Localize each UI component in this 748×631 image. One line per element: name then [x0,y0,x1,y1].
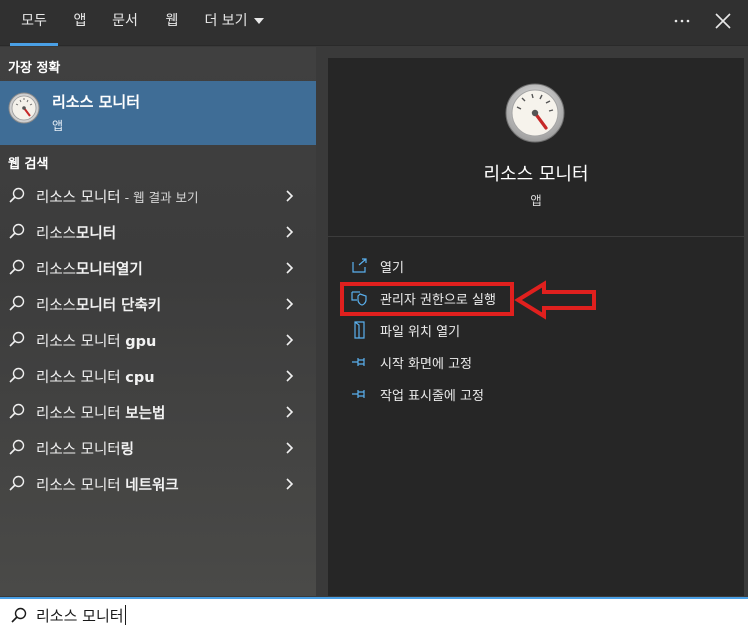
action-pin-to-taskbar-label: 작업 표시줄에 고정 [380,389,484,404]
best-match-heading: 가장 정확 [8,61,61,76]
search-icon [8,438,26,456]
web-search-result-label: 리소스모니터 단축키 [36,294,161,315]
best-match-title: 리소스 모니터 [52,93,141,111]
web-search-result[interactable]: 리소스 모니터링 [0,429,316,465]
web-search-result-label: 리소스 모니터 보는법 [36,402,165,423]
app-detail-panel: 리소스 모니터 앱 열기 관리자 권한으로 실행 파일 위치 열기 시작 화면에… [328,58,744,596]
result-text-bold: 모니터 [76,226,117,242]
resource-monitor-gauge-icon [8,92,40,124]
web-search-result[interactable]: 리소스 모니터 네트워크 [0,465,316,501]
chevron-right-icon [284,476,296,490]
result-text-bold: 네트워크 [125,478,179,494]
chevron-right-icon [284,332,296,346]
chevron-right-icon [284,368,296,382]
web-search-result-label: 리소스 모니터링 [36,438,134,459]
web-search-result[interactable]: 리소스모니터열기 [0,249,316,285]
search-icon [8,330,26,348]
tab-documents[interactable]: 문서 [106,0,144,46]
action-open-label: 열기 [380,261,404,276]
search-icon [8,474,26,492]
search-icon [8,366,26,384]
web-search-result[interactable]: 리소스 모니터 보는법 [0,393,316,429]
detail-app-name: 리소스 모니터 [483,164,589,185]
divider [328,236,744,237]
annotation-arrow-icon [514,280,598,320]
web-search-result[interactable]: 리소스 모니터 gpu [0,321,316,357]
annotation-highlight-box [340,282,514,316]
best-match-item[interactable]: 리소스 모니터 앱 [0,81,316,145]
result-suffix: - 웹 결과 보기 [120,190,199,205]
chevron-right-icon [284,224,296,238]
search-query-text: 리소스 모니터 [36,607,124,625]
best-match-type: 앱 [52,119,64,133]
web-search-result-label: 리소스 모니터 네트워크 [36,474,179,495]
chevron-right-icon [284,260,296,274]
search-input[interactable]: 리소스 모니터 [36,605,126,626]
web-search-result-label: 리소스 모니터 cpu [36,366,155,387]
search-icon [8,402,26,420]
result-text: 리소스 모니터 [36,478,126,494]
pin-icon [350,352,370,372]
result-text: 리소스 [36,226,77,242]
result-text-bold: 보는법 [125,406,166,422]
search-icon [8,186,26,204]
open-icon [350,256,370,276]
web-search-heading: 웹 검색 [8,157,49,172]
action-pin-to-start-label: 시작 화면에 고정 [380,357,472,372]
tab-web[interactable]: 웹 [158,0,186,46]
chevron-right-icon [284,188,296,202]
action-open-file-location-label: 파일 위치 열기 [380,325,461,340]
search-icon [8,258,26,276]
chevron-right-icon [284,440,296,454]
tab-all[interactable]: 모두 [10,0,58,46]
result-text: 리소스 [36,262,77,278]
action-pin-to-taskbar[interactable]: 작업 표시줄에 고정 [350,382,510,406]
filter-tab-bar: 모두 앱 문서 웹 더 보기 [0,0,748,46]
result-text: 리소스 모니터 [36,442,121,458]
detail-app-type: 앱 [530,193,542,208]
chevron-right-icon [284,404,296,418]
web-search-result[interactable]: 리소스모니터 [0,213,316,249]
result-text: 리소스 모니터 [36,334,126,350]
result-text-bold: gpu [125,334,157,350]
search-bar[interactable]: 리소스 모니터 [0,597,748,631]
result-text: 리소스 모니터 [36,370,126,386]
chevron-right-icon [284,296,296,310]
result-text: 리소스 모니터 [36,190,121,206]
result-text-bold: 모니터열기 [76,262,143,278]
web-search-result-label: 리소스 모니터 gpu [36,330,156,351]
results-panel: 가장 정확 리소스 모니터 앱 웹 검색 리소스 모니터 - 웹 결과 보기 리소… [0,47,316,596]
result-text-bold: 링 [120,442,134,458]
search-icon [8,294,26,312]
web-search-result-label: 리소스모니터열기 [36,258,143,279]
resource-monitor-gauge-icon [504,82,566,144]
close-icon[interactable] [708,6,738,36]
web-search-result-label: 리소스 모니터 - 웹 결과 보기 [36,186,199,207]
result-text: 리소스 모니터 [36,406,126,422]
search-icon [10,606,28,624]
action-open-file-location[interactable]: 파일 위치 열기 [350,318,490,342]
text-cursor [124,605,126,625]
search-icon [8,222,26,240]
web-search-result-label: 리소스모니터 [36,222,116,243]
web-search-result[interactable]: 리소스 모니터 cpu [0,357,316,393]
tab-more-label: 더 보기 [204,13,248,29]
ellipsis-icon[interactable] [667,6,697,36]
action-pin-to-start[interactable]: 시작 화면에 고정 [350,350,500,374]
file-location-icon [350,320,370,340]
result-text-bold: cpu [125,370,155,386]
web-search-result[interactable]: 리소스 모니터 - 웹 결과 보기 [0,177,316,213]
result-text: 리소스 [36,298,77,314]
chevron-down-icon [253,18,264,24]
action-open[interactable]: 열기 [350,254,470,278]
web-search-result[interactable]: 리소스모니터 단축키 [0,285,316,321]
tab-more[interactable]: 더 보기 [198,0,270,46]
result-text-bold: 모니터 단축키 [76,298,162,314]
tab-apps[interactable]: 앱 [66,0,94,46]
pin-icon [350,384,370,404]
